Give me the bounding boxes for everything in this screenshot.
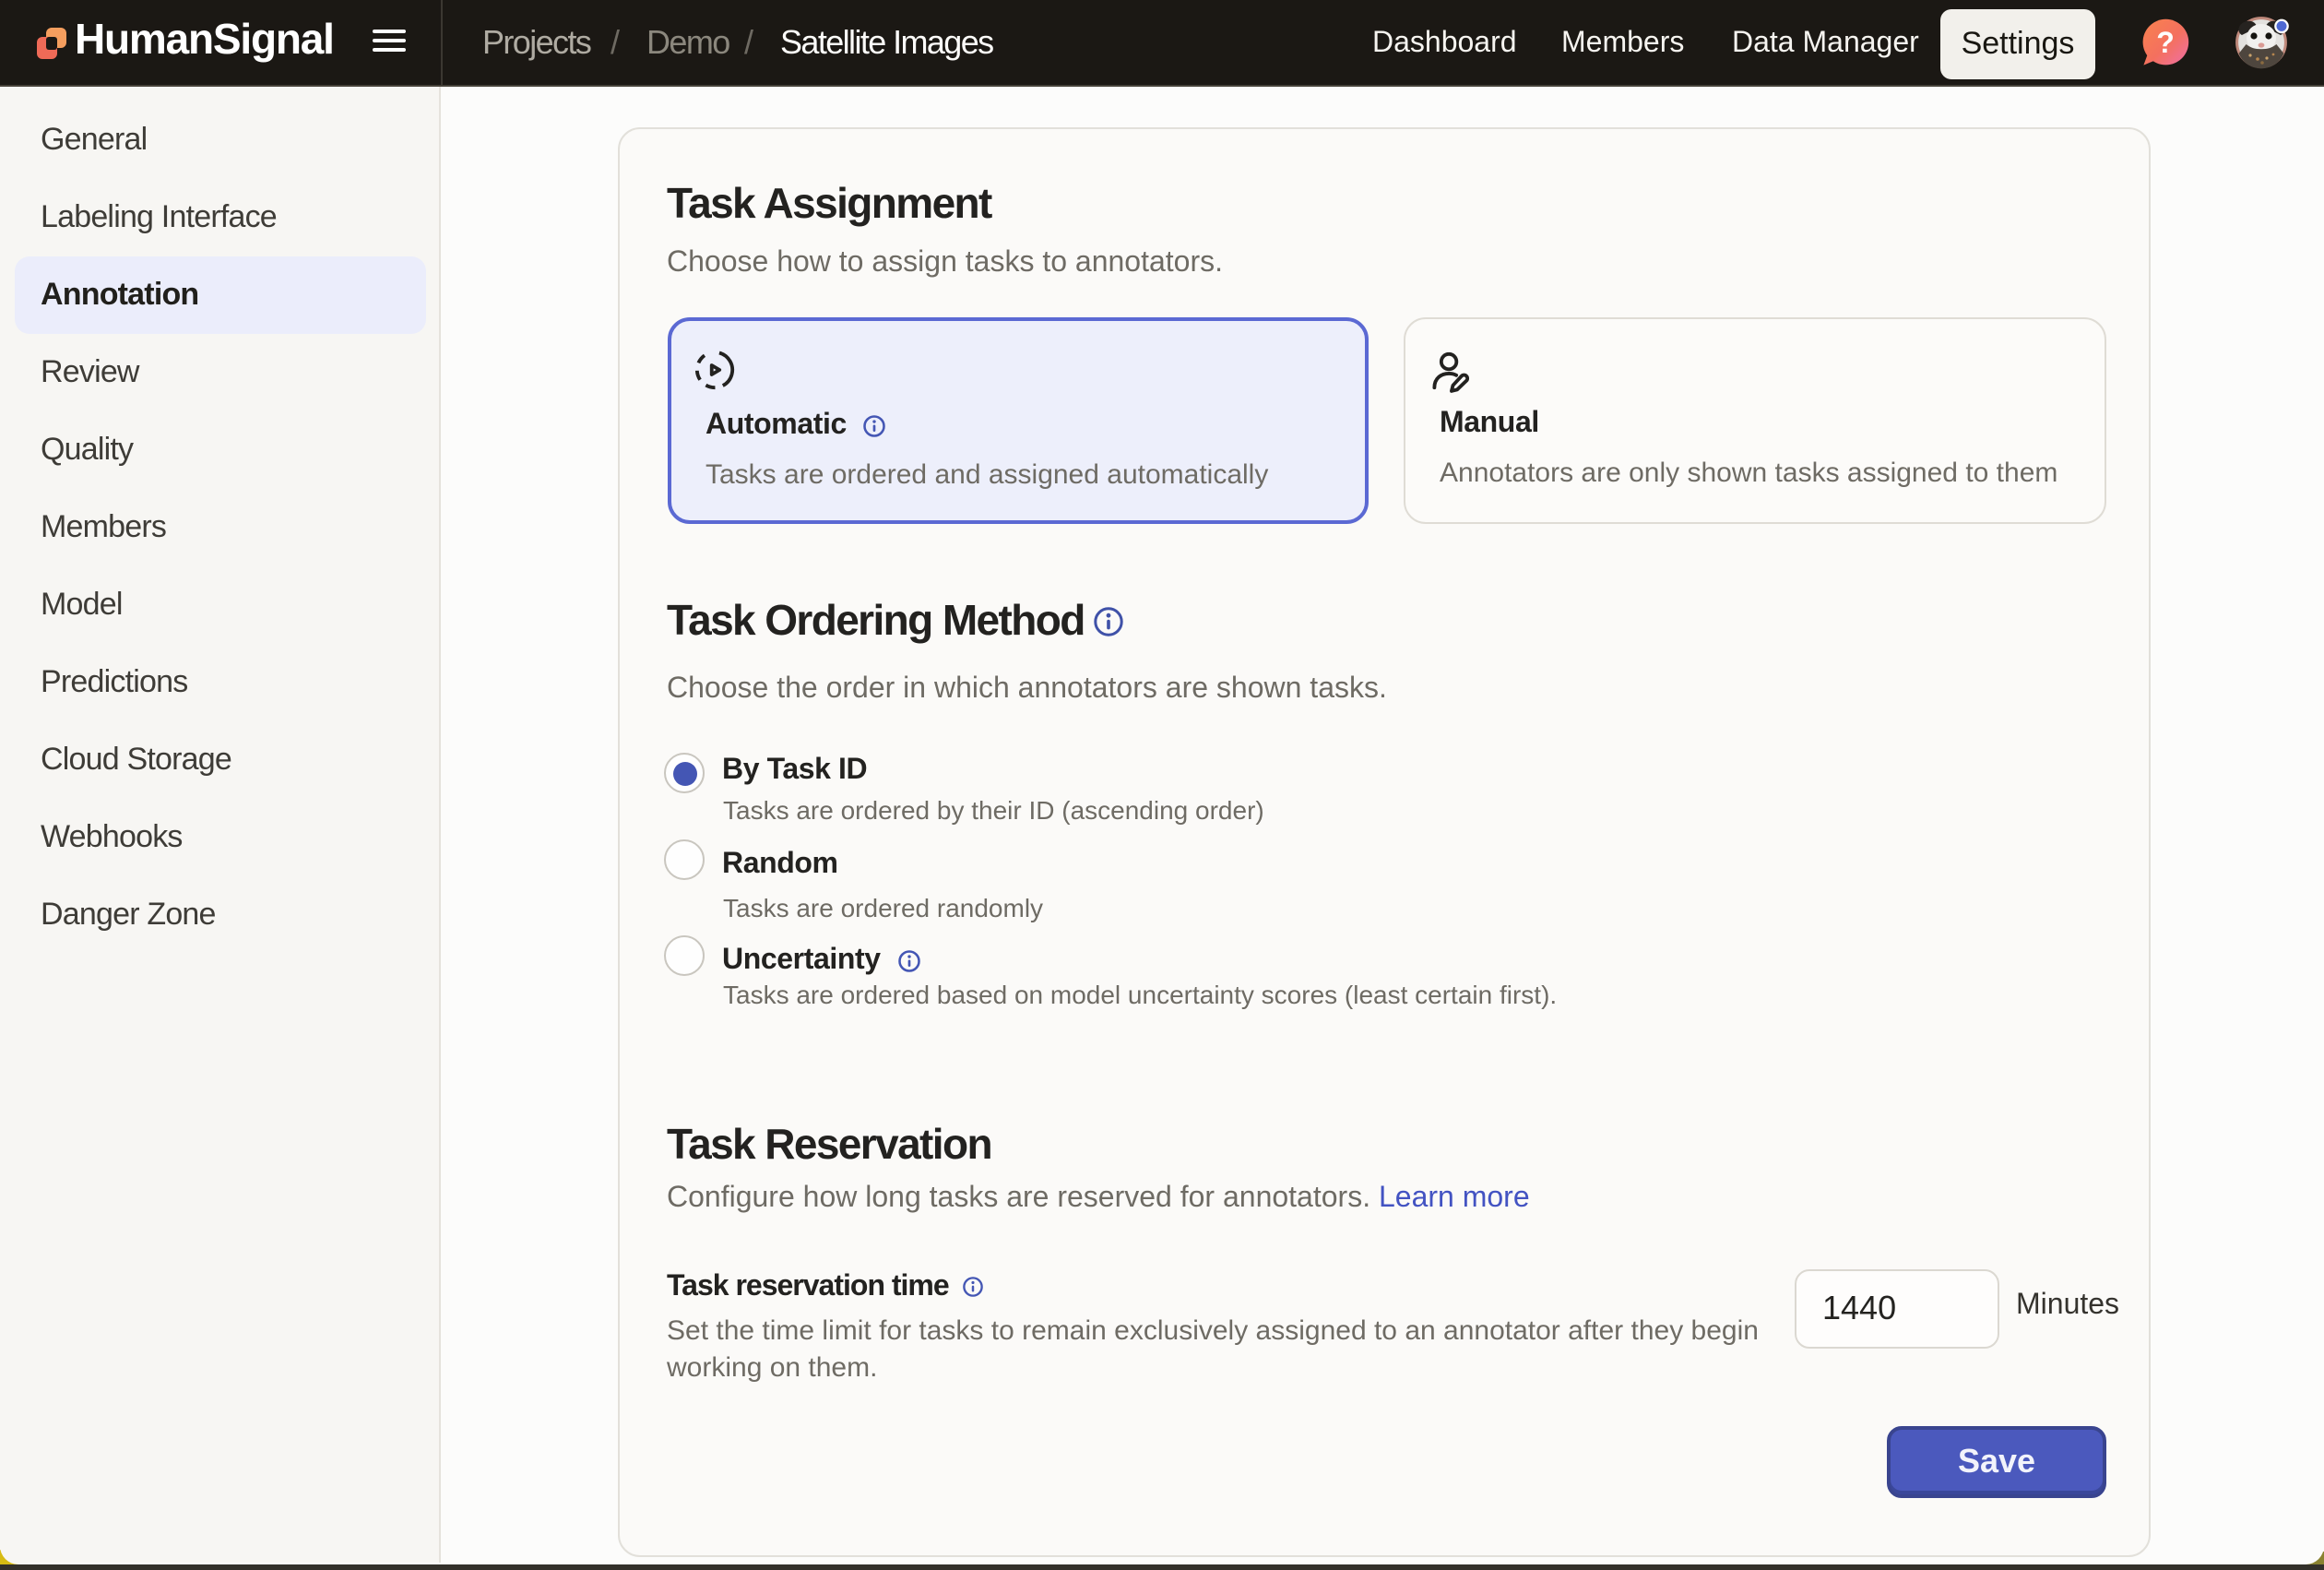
svg-text:?: ? — [2156, 26, 2175, 59]
